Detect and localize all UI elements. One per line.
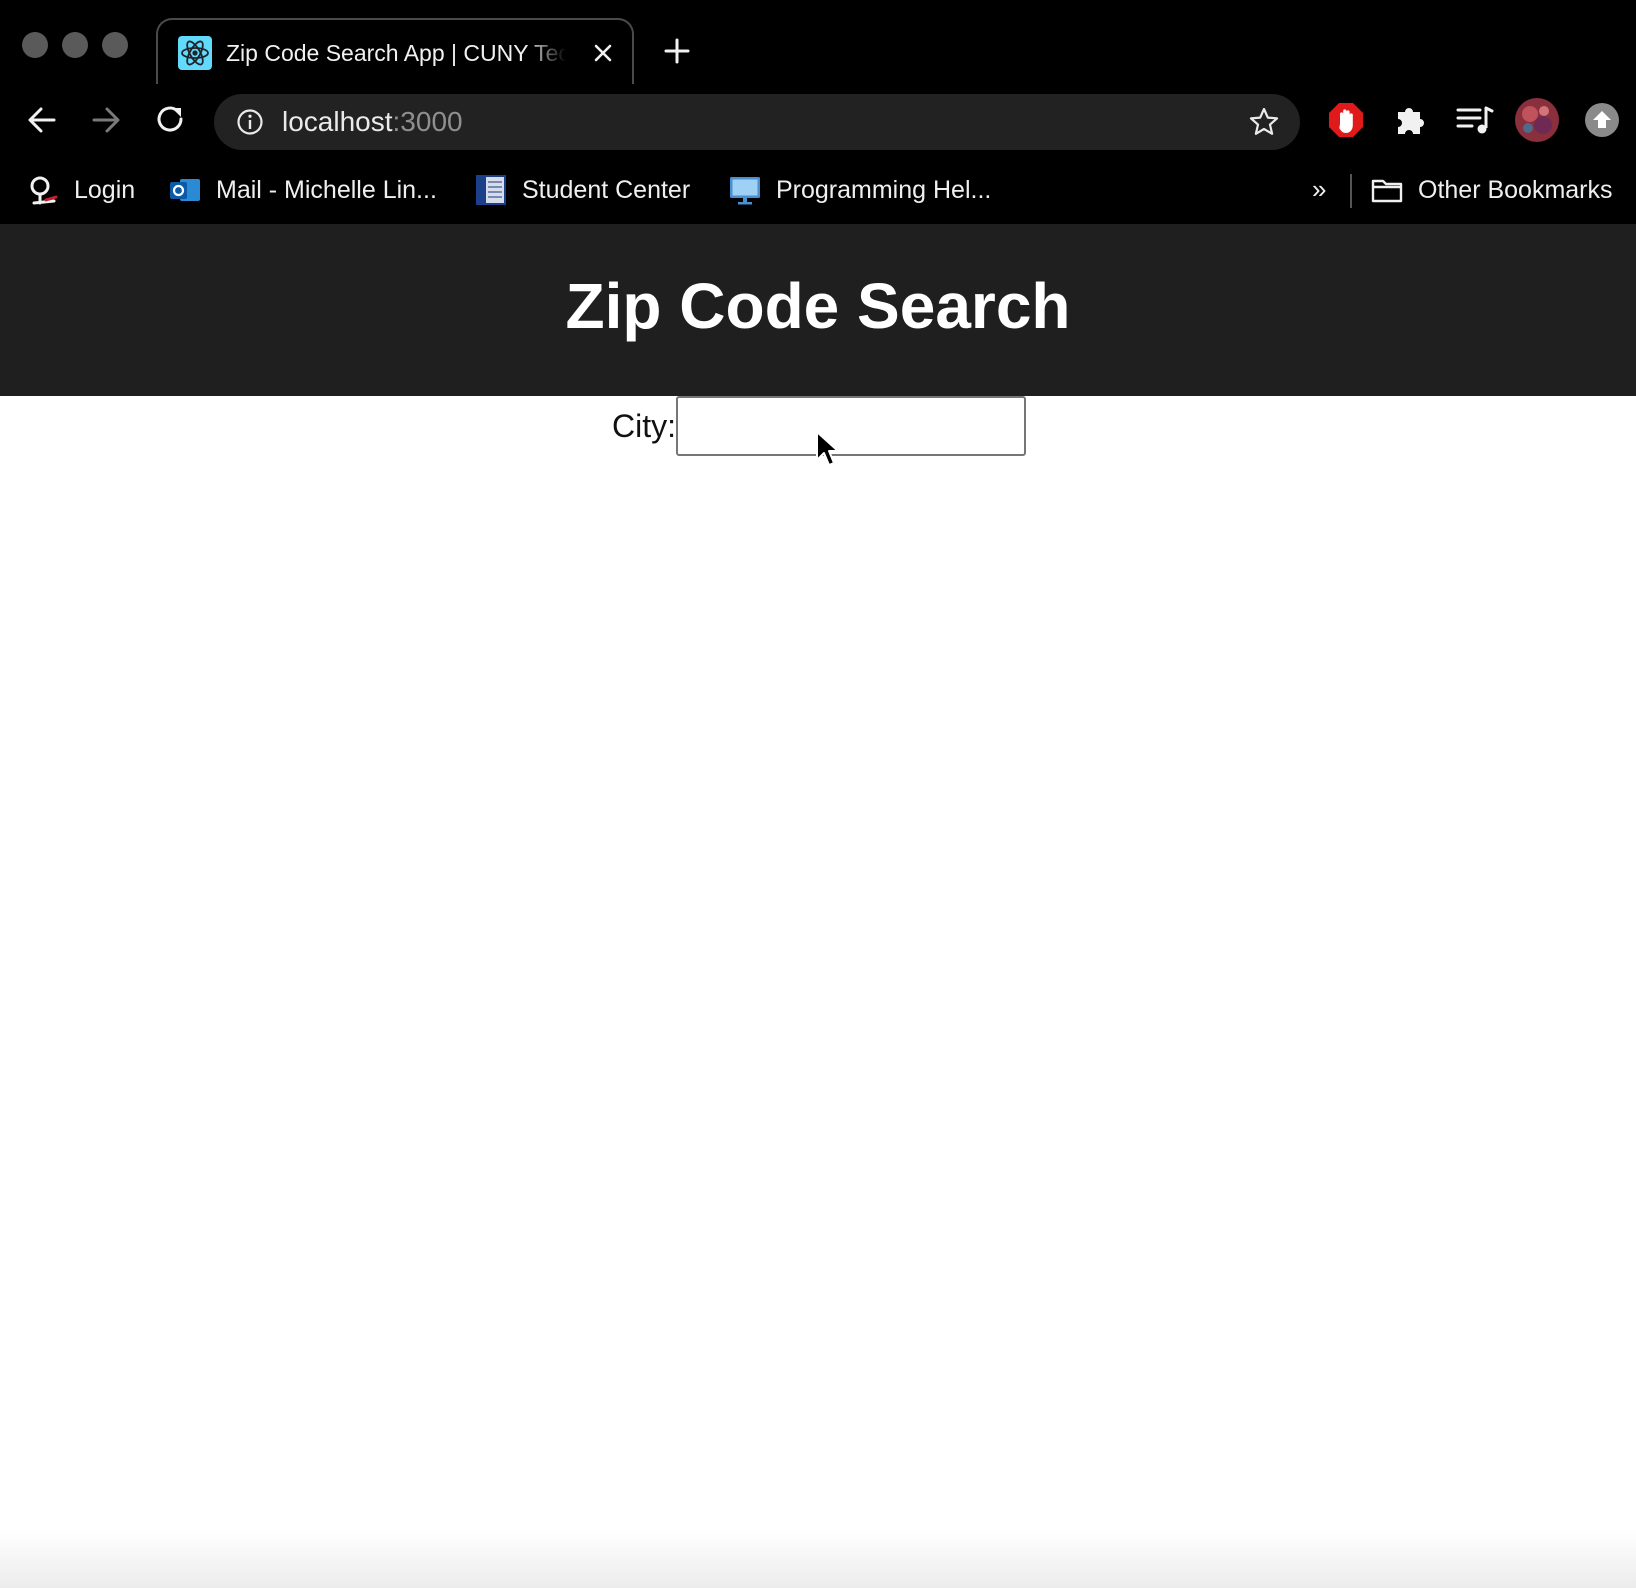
url-port: :3000 [392,106,463,137]
profile-avatar[interactable] [1514,97,1560,143]
bookmarks-bar: Login Mail - Michelle Lin... Student Cen… [0,158,1636,224]
bookmark-label: Other Bookmarks [1418,175,1613,204]
minimize-window-button[interactable] [62,32,88,58]
back-arrow-icon[interactable] [22,100,62,140]
page-title: Zip Code Search [565,270,1071,342]
folder-icon [1371,179,1403,203]
login-favicon-icon [30,176,58,205]
bookmarks-divider [1350,174,1352,208]
extensions-puzzle-icon[interactable] [1390,100,1430,140]
bookmark-label: Programming Hel... [776,175,992,204]
bookmark-student-center[interactable]: Student Center [474,170,690,210]
city-input[interactable] [676,396,1026,456]
url-text[interactable]: localhost:3000 [282,106,463,138]
outlook-icon [170,179,200,201]
bookmark-programming-help[interactable]: Programming Hel... [728,170,991,210]
adblock-icon[interactable] [1326,100,1366,140]
tab-title: Zip Code Search App | CUNY Tech Prep [226,40,566,66]
new-tab-icon[interactable] [662,36,692,66]
city-label: City: [612,408,676,444]
page-viewport: Zip Code Search City: [0,224,1636,1588]
react-atom-icon [178,36,212,70]
bookmark-label: Login [74,175,136,204]
zoom-window-button[interactable] [102,32,128,58]
mouse-pointer-icon [816,431,839,466]
reload-icon[interactable] [150,100,190,140]
info-icon[interactable] [236,108,264,136]
bookmark-label: Student Center [522,175,691,204]
app-header: Zip Code Search [0,224,1636,396]
media-queue-icon[interactable] [1454,100,1494,140]
update-arrow-icon[interactable] [1584,102,1620,138]
student-center-icon [476,175,506,205]
url-host: localhost [282,106,393,137]
address-bar[interactable]: localhost:3000 [214,94,1300,150]
close-window-button[interactable] [22,32,48,58]
close-tab-icon[interactable] [588,38,618,68]
monitor-icon [730,177,760,205]
browser-toolbar: localhost:3000 [0,84,1636,158]
forward-arrow-icon[interactable] [86,100,126,140]
browser-window: Zip Code Search App | CUNY Tech Prep [0,0,1636,1588]
bookmark-label: Mail - Michelle Lin... [216,175,437,204]
more-bookmarks-chevron-icon[interactable]: » [1312,174,1326,205]
bookmark-other-bookmarks[interactable]: Other Bookmarks [1370,170,1613,210]
bookmark-mail[interactable]: Mail - Michelle Lin... [168,170,437,210]
active-tab[interactable]: Zip Code Search App | CUNY Tech Prep [156,18,634,88]
bookmark-star-icon[interactable] [1248,106,1280,138]
window-bottom-edge [0,1530,1636,1588]
tab-strip: Zip Code Search App | CUNY Tech Prep [0,0,1636,88]
bookmark-login[interactable]: Login [26,170,135,210]
